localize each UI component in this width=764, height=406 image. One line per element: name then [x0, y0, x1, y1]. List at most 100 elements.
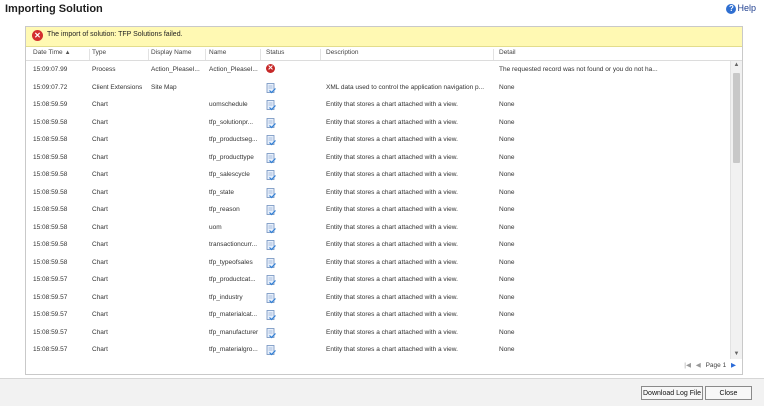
cell-description: Entity that stores a chart attached with…: [326, 258, 458, 266]
table-row[interactable]: 15:08:59.58 Chart tfp_reason Entity that st…: [26, 201, 730, 219]
first-page-icon[interactable]: |◀: [684, 362, 691, 369]
cell-type: Chart: [92, 346, 108, 353]
cell-description: Entity that stores a chart attached with…: [326, 118, 458, 126]
cell-type: Chart: [92, 153, 108, 161]
cell-datetime: 15:08:59.58: [33, 258, 68, 266]
cell-description: Entity that stores a chart attached with…: [326, 136, 458, 143]
cell-datetime: 15:09:07.72: [33, 83, 68, 91]
column-label: Date Time: [33, 49, 63, 56]
status-success-icon: [266, 291, 276, 303]
cell-datetime: 15:08:59.58: [33, 153, 68, 161]
cell-detail: None: [499, 346, 515, 353]
cell-detail: None: [499, 241, 515, 248]
status-success-icon: [266, 326, 276, 338]
status-error-icon: ✕: [266, 64, 275, 73]
table-row[interactable]: 15:08:59.58 Chart tfp_solutionpr... Entity …: [26, 114, 730, 132]
table-row[interactable]: 15:09:07.72 Client Extensions Site Map XML …: [26, 79, 730, 97]
cell-type: Chart: [92, 328, 108, 336]
table-body: 15:09:07.99 Process Action_PleaseI... Actio…: [26, 61, 730, 359]
table-row[interactable]: 15:08:59.59 Chart uomschedule Entity that s…: [26, 96, 730, 114]
table-row[interactable]: 15:08:59.58 Chart tfp_typeofsales Entity th…: [26, 254, 730, 272]
column-header-detail[interactable]: Detail: [499, 49, 730, 60]
status-success-icon: [266, 133, 276, 146]
table-row[interactable]: 15:08:59.58 Chart tfp_salescycle Entity tha…: [26, 166, 730, 184]
cell-datetime: 15:08:59.57: [33, 346, 68, 353]
cell-name: tfp_reason: [209, 206, 240, 213]
table-row[interactable]: 15:08:59.57 Chart tfp_industry Entity that …: [26, 289, 730, 307]
cell-datetime: 15:08:59.58: [33, 188, 68, 196]
cell-type: Chart: [92, 293, 108, 301]
cell-display-name: Action_PleaseI...: [151, 66, 200, 73]
cell-detail: None: [499, 328, 515, 336]
status-success-icon: [266, 308, 276, 321]
status-success-icon: [266, 186, 276, 198]
cell-datetime: 15:08:59.58: [33, 171, 68, 178]
cell-detail: None: [499, 118, 515, 126]
cell-type: Chart: [92, 136, 108, 143]
previous-page-icon[interactable]: ◀: [696, 362, 701, 369]
help-icon: ?: [726, 3, 737, 14]
table-row[interactable]: 15:08:59.57 Chart tfp_materialgro... Entity…: [26, 341, 730, 359]
cell-type: Chart: [92, 258, 108, 266]
column-header-name[interactable]: Name: [209, 49, 261, 60]
next-page-icon[interactable]: ▶: [731, 362, 736, 369]
cell-type: Chart: [92, 101, 108, 108]
table-row[interactable]: 15:08:59.58 Chart transactioncurr... Entity…: [26, 236, 730, 254]
cell-type: Chart: [92, 276, 108, 283]
cell-name: uomschedule: [209, 101, 248, 108]
download-log-file-button[interactable]: Download Log File: [641, 386, 703, 400]
scroll-thumb[interactable]: [733, 73, 740, 163]
cell-type: Chart: [92, 118, 108, 126]
column-label: Display Name: [151, 49, 192, 56]
cell-detail: None: [499, 223, 515, 231]
table-row[interactable]: 15:09:07.99 Process Action_PleaseI... Actio…: [26, 61, 730, 79]
cell-datetime: 15:08:59.57: [33, 311, 68, 318]
table-row[interactable]: 15:08:59.57 Chart tfp_manufacturer Entity t…: [26, 324, 730, 342]
cell-name: tfp_materialcat...: [209, 311, 258, 318]
cell-datetime: 15:09:07.99: [33, 66, 68, 73]
cell-detail: None: [499, 293, 515, 301]
table-row[interactable]: 15:08:59.58 Chart tfp_state Entity that sto…: [26, 184, 730, 202]
help-link[interactable]: ? Help: [726, 3, 756, 14]
cell-name: tfp_producttype: [209, 153, 254, 161]
cell-name: transactioncurr...: [209, 241, 258, 248]
scroll-down-arrow-icon[interactable]: ▼: [731, 350, 742, 359]
table-row[interactable]: 15:08:59.57 Chart tfp_productcat... Entity …: [26, 271, 730, 289]
table-row[interactable]: 15:08:59.58 Chart tfp_productseg... Entity …: [26, 131, 730, 149]
table-row[interactable]: 15:08:59.57 Chart tfp_materialcat... Entity…: [26, 306, 730, 324]
cell-type: Chart: [92, 223, 108, 231]
cell-detail: The requested record was not found or yo…: [499, 66, 658, 73]
cell-type: Chart: [92, 206, 108, 213]
table-row[interactable]: 15:08:59.58 Chart uom Entity that stores a …: [26, 219, 730, 237]
status-success-icon: [266, 81, 276, 93]
cell-description: Entity that stores a chart attached with…: [326, 206, 458, 213]
table-row[interactable]: 15:08:59.58 Chart tfp_producttype Entity th…: [26, 149, 730, 167]
column-header-display-name[interactable]: Display Name: [151, 49, 206, 60]
cell-type: Chart: [92, 241, 108, 248]
help-label: Help: [737, 3, 756, 13]
cell-name: tfp_typeofsales: [209, 258, 253, 266]
column-label: Type: [92, 49, 107, 56]
column-label: Status: [266, 49, 285, 56]
status-success-icon: [266, 343, 276, 356]
column-header-datetime[interactable]: Date Time ▲: [33, 49, 90, 60]
cell-detail: None: [499, 188, 515, 196]
cell-detail: None: [499, 83, 515, 91]
column-header-status[interactable]: Status: [266, 49, 321, 60]
scroll-up-arrow-icon[interactable]: ▲: [731, 61, 742, 70]
vertical-scrollbar[interactable]: ▲ ▼: [730, 61, 742, 359]
cell-type: Process: [92, 66, 116, 73]
cell-name: tfp_materialgro...: [209, 346, 258, 353]
cell-datetime: 15:08:59.57: [33, 328, 68, 336]
cell-detail: None: [499, 153, 515, 161]
close-button[interactable]: Close: [705, 386, 752, 400]
column-header-description[interactable]: Description: [326, 49, 494, 60]
window-title: Importing Solution: [5, 3, 103, 15]
cell-description: Entity that stores a chart attached with…: [326, 293, 458, 301]
column-header-type[interactable]: Type: [92, 49, 149, 60]
cell-description: Entity that stores a chart attached with…: [326, 346, 458, 353]
error-icon: ✕: [32, 30, 43, 41]
results-panel: ✕ The import of solution: TFP Solutions …: [25, 26, 743, 375]
cell-detail: None: [499, 206, 515, 213]
cell-type: Chart: [92, 171, 108, 178]
